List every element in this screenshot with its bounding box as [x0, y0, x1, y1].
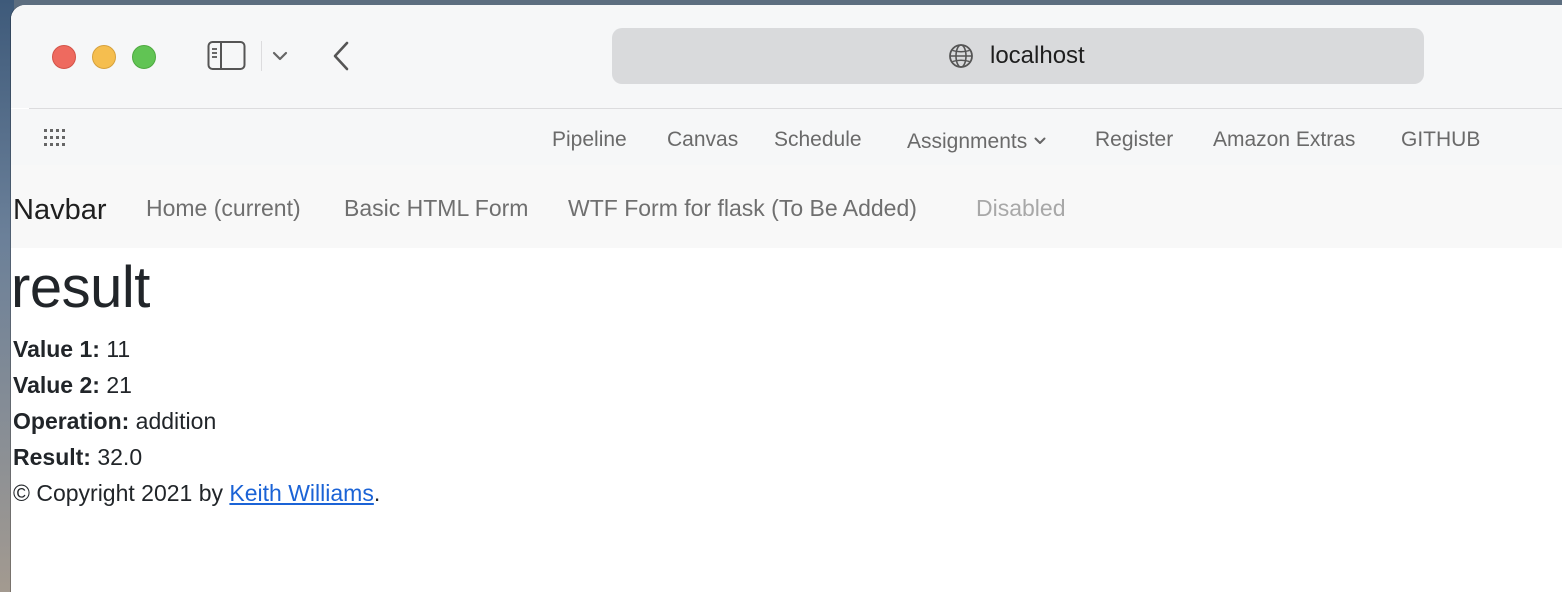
grid-icon[interactable]	[43, 128, 69, 148]
web-page: Navbar Home (current) Basic HTML Form WT…	[11, 165, 1562, 592]
value1-label: Value 1:	[13, 336, 100, 362]
bookmark-assignments-label: Assignments	[907, 130, 1028, 153]
bookmark-github[interactable]: GITHUB	[1401, 127, 1480, 153]
operation-value: addition	[135, 408, 217, 434]
globe-icon	[948, 43, 974, 69]
value2-value: 21	[106, 372, 132, 398]
copyright-footer: © Copyright 2021 by Keith Williams.	[13, 478, 380, 508]
bookmark-schedule[interactable]: Schedule	[774, 127, 862, 153]
result-value: 32.0	[97, 444, 143, 470]
chevron-down-icon	[1034, 127, 1046, 144]
value2-line: Value 2: 21	[13, 370, 132, 400]
page-title: result	[11, 255, 150, 320]
operation-label: Operation:	[13, 408, 130, 434]
address-text[interactable]: localhost	[990, 42, 1085, 70]
copyright-text: © Copyright 2021 by	[13, 480, 224, 506]
bookmarks-bar: Pipeline Canvas Schedule Assignments Reg…	[11, 109, 1562, 165]
browser-toolbar: localhost	[11, 5, 1562, 108]
bookmark-assignments-folder[interactable]: Assignments	[907, 127, 1046, 155]
bookmark-amazon-extras[interactable]: Amazon Extras	[1213, 127, 1355, 153]
value1-line: Value 1: 11	[13, 334, 130, 364]
bookmark-pipeline[interactable]: Pipeline	[552, 127, 627, 153]
nav-link-wtf-form[interactable]: WTF Form for flask (To Be Added)	[568, 194, 917, 222]
navbar-brand[interactable]: Navbar	[13, 193, 107, 227]
chevron-down-icon[interactable]	[269, 45, 291, 67]
sidebar-icon[interactable]	[207, 40, 247, 72]
nav-link-home[interactable]: Home (current)	[146, 194, 301, 222]
author-link[interactable]: Keith Williams	[229, 480, 373, 506]
nav-link-disabled: Disabled	[976, 195, 1066, 221]
address-bar[interactable]: localhost	[612, 28, 1424, 84]
nav-link-basic-html-form[interactable]: Basic HTML Form	[344, 194, 528, 222]
copyright-period: .	[373, 480, 381, 506]
result-line: Result: 32.0	[13, 442, 142, 472]
back-arrow-icon[interactable]	[329, 39, 355, 73]
toolbar-separator	[261, 41, 262, 71]
result-label: Result:	[13, 444, 91, 470]
zoom-window-button[interactable]	[132, 45, 156, 69]
value1-value: 11	[106, 336, 131, 362]
operation-line: Operation: addition	[13, 406, 216, 436]
minimize-window-button[interactable]	[92, 45, 116, 69]
value2-label: Value 2:	[13, 372, 100, 398]
site-navbar: Navbar Home (current) Basic HTML Form WT…	[11, 165, 1562, 248]
browser-window: localhost Pipeline Canvas Schedule Assig…	[11, 5, 1562, 592]
close-window-button[interactable]	[52, 45, 76, 69]
bookmark-register[interactable]: Register	[1095, 127, 1173, 153]
bookmark-canvas[interactable]: Canvas	[667, 127, 738, 153]
